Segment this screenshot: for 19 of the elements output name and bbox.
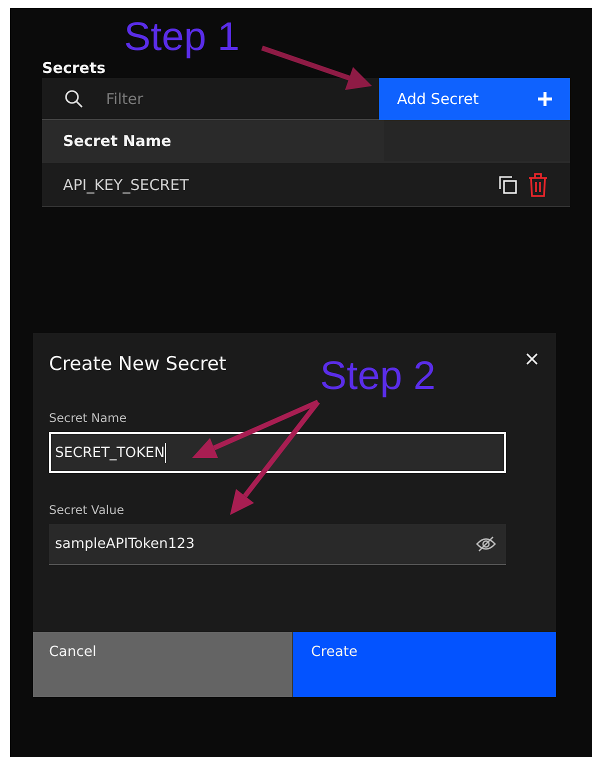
trash-icon[interactable]: [528, 172, 548, 196]
step-annotation: Step 1: [124, 17, 240, 57]
field-label: Secret Value: [49, 503, 124, 517]
step-annotation: Step 2: [320, 356, 436, 396]
field-label: Secret Name: [49, 411, 127, 425]
cancel-button[interactable]: Cancel: [33, 632, 293, 697]
add-secret-button[interactable]: Add Secret: [379, 78, 570, 120]
plus-icon: [538, 92, 552, 106]
eye-off-icon[interactable]: [476, 536, 496, 552]
input-field[interactable]: sampleAPIToken123: [49, 524, 506, 565]
filter-field[interactable]: Filter: [104, 88, 308, 108]
secret-name-cell-text: API_KEY_SECRET: [63, 176, 190, 194]
section-title: Secrets: [42, 58, 106, 78]
dialog-title: Create New Secret: [49, 353, 226, 377]
search-icon: [64, 88, 84, 108]
input-field[interactable]: SECRET_TOKEN: [49, 432, 506, 473]
close-icon[interactable]: [526, 353, 538, 365]
create-button[interactable]: Create: [293, 632, 556, 697]
copy-icon[interactable]: [498, 174, 518, 194]
